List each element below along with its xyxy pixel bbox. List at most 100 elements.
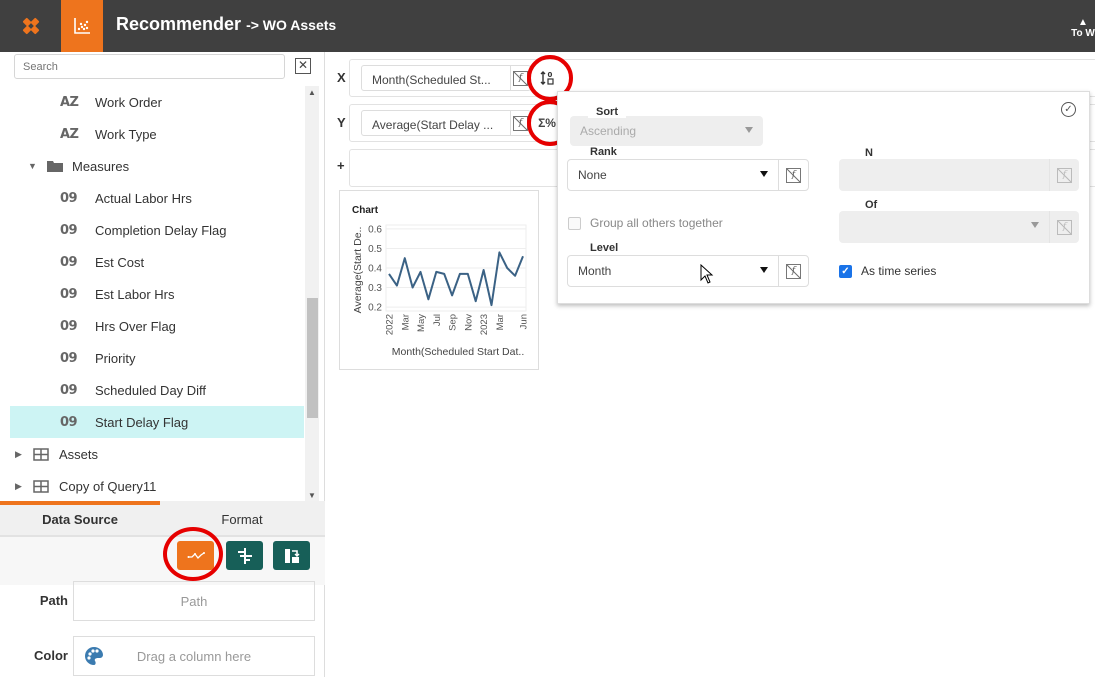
tree-item-label: Priority [95, 350, 136, 366]
tree-item-est-labor-hrs[interactable]: 09 Est Labor Hrs [10, 278, 304, 310]
of-select[interactable]: Of f [839, 197, 1079, 243]
tree-item-copy-of-query11[interactable]: ▶ Copy of Query11 [10, 470, 304, 502]
sort-label: Sort [588, 104, 626, 118]
level-value: Month [578, 264, 612, 278]
path-placeholder: Path [180, 593, 208, 609]
x-field-pill[interactable]: Month(Scheduled St... [361, 65, 531, 91]
line-path-button[interactable] [177, 541, 214, 570]
color-drop-zone[interactable]: Drag a column here [73, 636, 315, 676]
number-type-icon: 09 [60, 350, 78, 366]
tree-item-label: Completion Delay Flag [95, 222, 227, 238]
tab-format[interactable]: Format [162, 501, 322, 535]
tree-item-actual-labor-hrs[interactable]: 09 Actual Labor Hrs [10, 182, 304, 214]
tree-item-hrs-over-flag[interactable]: 09 Hrs Over Flag [10, 310, 304, 342]
tree-item-label: Actual Labor Hrs [95, 190, 192, 206]
scroll-down-icon[interactable]: ▼ [308, 491, 316, 500]
as-time-series-checkbox[interactable]: ✓ As time series [839, 264, 936, 278]
tree-item-label: Measures [72, 158, 130, 174]
x-tick-label: Nov [463, 314, 474, 331]
chevron-down-icon [745, 127, 753, 133]
color-label: Color [34, 648, 68, 663]
chevron-down-icon [760, 171, 768, 177]
sort-bars-button[interactable] [226, 541, 263, 570]
of-formula-button[interactable]: f [1049, 211, 1079, 243]
tree-item-label: Hrs Over Flag [95, 318, 176, 334]
add-shelf-label: + [337, 158, 345, 173]
rank-label: Rank [586, 146, 621, 158]
app-logo-icon[interactable] [0, 0, 61, 52]
scatter-chart-icon[interactable] [61, 0, 103, 52]
swap-axes-button[interactable] [273, 541, 310, 570]
formula-icon: f [786, 167, 801, 183]
y-tick-label: 0.6 [368, 224, 382, 235]
line-chart: 0.2 0.3 0.4 0.5 0.6 2022 Mar May Jul Sep Nov 2023 Ma… [352, 224, 530, 358]
tab-data-source[interactable]: Data Source [0, 501, 160, 535]
y-axis-label: Average(Start De.. [352, 227, 364, 314]
tree-item-priority[interactable]: 09 Priority [10, 342, 304, 374]
scroll-up-icon[interactable]: ▲ [308, 88, 316, 97]
search-input[interactable] [14, 54, 285, 79]
n-input[interactable]: N f [839, 145, 1079, 191]
number-type-icon: 09 [60, 318, 78, 334]
top-right-action[interactable]: ▲ To W [1065, 17, 1095, 40]
scrollbar-thumb[interactable] [307, 298, 318, 418]
n-formula-button[interactable]: f [1049, 159, 1079, 191]
tree-item-work-type[interactable]: AZ Work Type [10, 118, 304, 150]
tree-item-completion-delay-flag[interactable]: 09 Completion Delay Flag [10, 214, 304, 246]
tree-item-est-cost[interactable]: 09 Est Cost [10, 246, 304, 278]
tree-item-label: Est Cost [95, 254, 145, 270]
level-formula-button[interactable]: f [778, 256, 808, 286]
y-aggregate-button[interactable]: Σ% [536, 112, 558, 134]
text-type-icon: AZ [60, 126, 79, 142]
x-tick-label: Jun [519, 314, 530, 329]
x-formula-button[interactable]: f [510, 65, 530, 91]
confirm-check-icon[interactable]: ✓ [1061, 102, 1076, 117]
level-select[interactable]: Level Month f [567, 242, 809, 287]
formula-icon: f [786, 263, 801, 279]
caret-down-icon[interactable]: ▼ [28, 161, 46, 171]
breadcrumb: -> WO Assets [246, 17, 337, 33]
tree-item-scheduled-day-diff[interactable]: 09 Scheduled Day Diff [10, 374, 304, 406]
chevron-down-icon [760, 267, 768, 273]
series-line [388, 251, 524, 307]
y-shelf-label: Y [337, 115, 346, 130]
rank-formula-button[interactable]: f [778, 160, 808, 190]
tree-item-label: Start Delay Flag [95, 414, 189, 430]
tree-item-label: Assets [59, 446, 99, 462]
tree-item-measures[interactable]: ▼ Measures [10, 150, 304, 182]
y-tick-label: 0.3 [368, 283, 382, 294]
top-bar: Recommender -> WO Assets ▲ To W [0, 0, 1095, 52]
tree-item-label: Scheduled Day Diff [95, 382, 207, 398]
close-icon[interactable]: ✕ [295, 58, 311, 74]
caret-right-icon[interactable]: ▶ [15, 449, 33, 460]
y-formula-button[interactable]: f [510, 110, 530, 136]
sort-select[interactable]: Sort Ascending [570, 104, 763, 146]
x-axis-label: Month(Scheduled Start Dat.. [392, 346, 525, 358]
checkbox[interactable] [568, 216, 581, 230]
of-label: Of [857, 197, 886, 211]
tree-item-work-order[interactable]: AZ Work Order [10, 86, 304, 118]
tree-item-assets[interactable]: ▶ Assets [10, 438, 304, 470]
as-time-series-label: As time series [861, 264, 937, 278]
x-tick-label: Sep [448, 314, 459, 331]
x-sort-button[interactable]: 0 [536, 67, 558, 89]
caret-right-icon[interactable]: ▶ [15, 481, 33, 492]
tree-item-start-delay-flag[interactable]: 09 Start Delay Flag [10, 406, 304, 438]
checkbox-checked[interactable]: ✓ [839, 264, 852, 278]
table-icon [33, 479, 59, 493]
rank-select[interactable]: Rank None f [567, 146, 809, 191]
group-others-label: Group all others together [590, 216, 723, 230]
n-label: N [857, 145, 881, 159]
chart-card[interactable]: Chart 0.2 0.3 0.4 0.5 0.6 2022 Mar May Jul Sep Nov… [339, 190, 539, 370]
path-drop-zone[interactable]: Path [73, 581, 315, 621]
group-others-checkbox[interactable]: Group all others together [568, 216, 723, 230]
number-type-icon: 09 [60, 414, 78, 430]
y-field-pill[interactable]: Average(Start Delay ... [361, 110, 531, 136]
svg-text:0: 0 [548, 71, 553, 79]
sort-bars-icon [237, 547, 252, 564]
x-tick-label: Mar [495, 314, 506, 330]
sort-value: Ascending [580, 124, 637, 138]
scrollbar[interactable]: ▲ ▼ [305, 86, 319, 502]
level-label: Level [586, 242, 623, 254]
up-arrow-icon: ▲ [1078, 17, 1088, 28]
